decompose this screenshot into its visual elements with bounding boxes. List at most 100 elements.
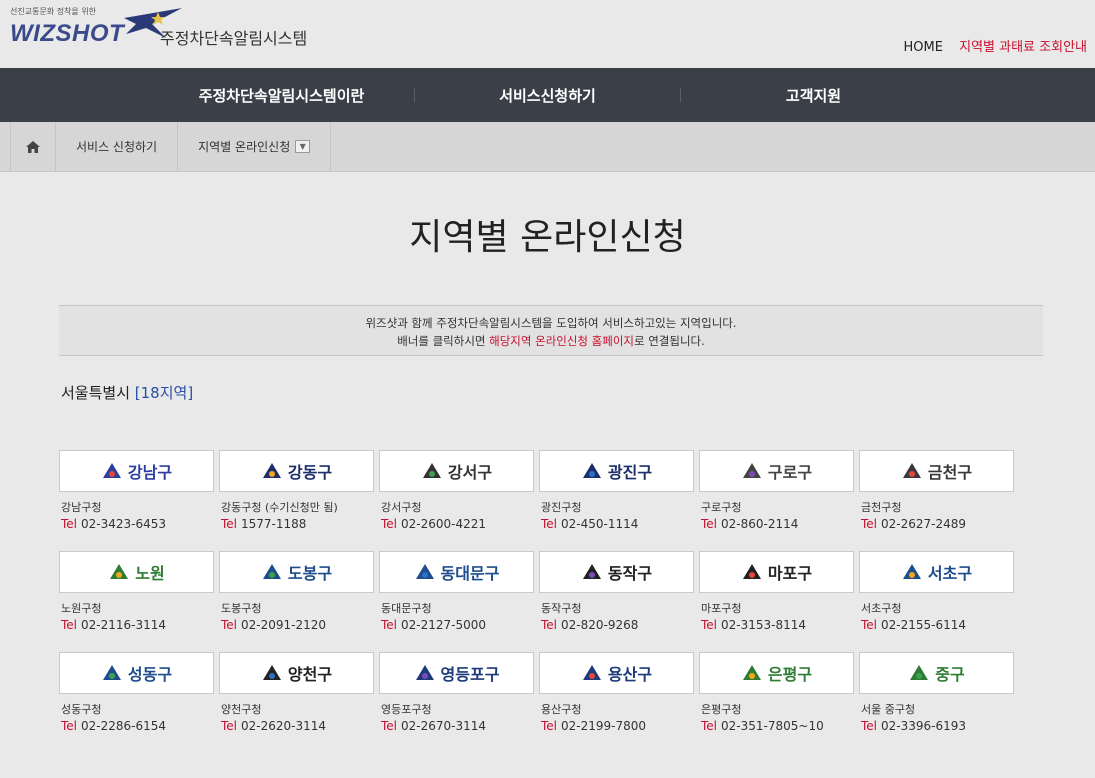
district-office: 영등포구청 (381, 703, 432, 716)
district-tel: Tel 02-351-7805~10 (701, 719, 859, 733)
district-banner-name: 영등포구 (440, 665, 500, 684)
district-card: 마포구마포구청 Tel 02-3153-8114 (699, 551, 859, 652)
district-banner-name: 금천구 (927, 463, 973, 482)
yeongdeungpo-emblem-icon-shape (415, 665, 434, 680)
breadcrumb-service-apply[interactable]: 서비스 신청하기 (56, 122, 179, 171)
district-banner[interactable]: 동작구 (539, 551, 694, 593)
main-nav: 주정차단속알림시스템이란 서비스신청하기 고객지원 (0, 68, 1095, 122)
district-row: 강남구 강남구청 Tel 02-3423-6453 강동구 강동구청 (수기신청만 됨) T… (59, 450, 1019, 551)
tel-label: Tel (861, 618, 878, 632)
junggu-emblem-icon-shape (910, 665, 929, 680)
district-card: 금천구 금천구청 Tel 02-2627-2489 (859, 450, 1019, 551)
district-tel: Tel 02-2116-3114 (61, 618, 219, 632)
district-office: 양천구청 (221, 703, 262, 716)
district-banner-name: 양천구 (287, 665, 333, 684)
tel-label: Tel (701, 618, 718, 632)
district-banner[interactable]: 서초구 (859, 551, 1014, 593)
yongsan-emblem-icon-shape (582, 665, 601, 680)
gangdong-emblem-icon-shape (262, 463, 281, 478)
tel-number: 02-450-1114 (561, 517, 639, 531)
breadcrumb-online-apply[interactable]: 지역별 온라인신청 ▼ (178, 122, 332, 171)
yongsan-emblem-icon (581, 662, 603, 684)
nav-item-about[interactable]: 주정차단속알림시스템이란 (149, 85, 414, 106)
district-office: 도봉구청 (221, 602, 262, 615)
district-banner[interactable]: 강서구 (379, 450, 534, 492)
district-banner[interactable]: 금천구 (859, 450, 1014, 492)
nowon-emblem-icon-shape (110, 564, 129, 579)
district-banner[interactable]: 강남구 (59, 450, 214, 492)
district-tel: Tel 02-2286-6154 (61, 719, 219, 733)
yangcheon-emblem-icon-shape (262, 665, 281, 680)
tel-number: 02-820-9268 (561, 618, 639, 632)
district-banner-name: 광진구 (607, 463, 653, 482)
dongdaemun-emblem-icon-shape (415, 564, 434, 579)
district-banner[interactable]: 양천구 (219, 652, 374, 694)
district-banner-name: 동작구 (607, 564, 653, 583)
tel-number: 02-2127-5000 (401, 618, 487, 632)
gangnam-emblem-icon-shape (102, 463, 121, 478)
district-banner[interactable]: 노원 (59, 551, 214, 593)
tel-label: Tel (381, 618, 398, 632)
district-card: 성동구성동구청 Tel 02-2286-6154 (59, 652, 219, 753)
district-office: 성동구청 (61, 703, 102, 716)
district-office: 동대문구청 (381, 602, 432, 615)
district-office: 금천구청 (861, 501, 902, 514)
district-banner[interactable]: 강동구 (219, 450, 374, 492)
tel-number: 02-2600-4221 (401, 517, 487, 531)
info-highlight: 해당지역 온라인신청 홈페이지 (489, 334, 634, 348)
district-card: 용산구 용산구청 Tel 02-2199-7800 (539, 652, 699, 753)
tel-number: 02-2116-3114 (81, 618, 167, 632)
tel-number: 02-351-7805~10 (721, 719, 824, 733)
district-banner-name: 강서구 (447, 463, 493, 482)
breadcrumb-home[interactable] (10, 122, 56, 171)
yeongdeungpo-emblem-icon (414, 662, 436, 684)
district-row: 성동구성동구청 Tel 02-2286-6154 양천구양천구청 Tel 02-2620-… (59, 652, 1019, 753)
junggu-emblem-icon (908, 662, 930, 684)
tel-label: Tel (861, 517, 878, 531)
district-banner[interactable]: 은평구 (699, 652, 854, 694)
tel-label: Tel (61, 719, 78, 733)
tel-number: 02-3153-8114 (721, 618, 807, 632)
tel-number: 02-3396-6193 (881, 719, 967, 733)
district-office: 용산구청 (541, 703, 582, 716)
district-banner-name: 강동구 (287, 463, 333, 482)
district-banner[interactable]: 구로구 (699, 450, 854, 492)
tel-label: Tel (381, 517, 398, 531)
district-office: 강동구청 (수기신청만 됨) (221, 501, 338, 514)
district-banner-name: 성동구 (127, 665, 173, 684)
tel-number: 02-2670-3114 (401, 719, 487, 733)
district-card: 강동구강동구청 (수기신청만 됨) Tel 1577-1188 (219, 450, 379, 551)
district-banner[interactable]: 동대문구 (379, 551, 534, 593)
district-tel: Tel 1577-1188 (221, 517, 379, 531)
nav-item-service-apply[interactable]: 서비스신청하기 (415, 85, 680, 106)
mapo-emblem-icon (741, 561, 763, 583)
fine-guide-link[interactable]: 지역별 과태료 조회안내 (959, 40, 1087, 55)
district-banner-name: 마포구 (767, 564, 813, 583)
dongdaemun-emblem-icon (414, 561, 436, 583)
district-office: 마포구청 (701, 602, 742, 615)
home-link[interactable]: HOME (904, 40, 943, 55)
district-banner[interactable]: 성동구 (59, 652, 214, 694)
info-line-2: 배너를 클릭하시면 해당지역 온라인신청 홈페이지로 연결됩니다. (59, 332, 1043, 350)
district-card: 구로구 구로구청 Tel 02-860-2114 (699, 450, 859, 551)
logo-tagline: 선진교통문화 정착을 위한 (10, 7, 97, 16)
district-banner[interactable]: 중구 (859, 652, 1014, 694)
seongdong-emblem-icon (101, 662, 123, 684)
nav-item-support[interactable]: 고객지원 (681, 85, 946, 106)
district-banner[interactable]: 용산구 (539, 652, 694, 694)
eunpyeong-emblem-icon (741, 662, 763, 684)
district-office: 강서구청 (381, 501, 422, 514)
district-banner[interactable]: 광진구 (539, 450, 694, 492)
district-banner[interactable]: 도봉구 (219, 551, 374, 593)
dongjak-emblem-icon (581, 561, 603, 583)
district-banner[interactable]: 마포구 (699, 551, 854, 593)
district-banner[interactable]: 영등포구 (379, 652, 534, 694)
district-banner-name: 노원 (135, 564, 165, 583)
seocho-emblem-icon-shape (902, 564, 921, 579)
district-tel: Tel 02-2620-3114 (221, 719, 379, 733)
chevron-down-icon[interactable]: ▼ (295, 140, 311, 153)
wizshot-logo[interactable]: 선진교통문화 정착을 위한 WIZSHOT 주정차단속알림시스템 (10, 6, 320, 56)
yangcheon-emblem-icon (261, 662, 283, 684)
gwangjin-emblem-icon-shape (582, 463, 601, 478)
top-header: 선진교통문화 정착을 위한 WIZSHOT 주정차단속알림시스템 HOME 지역… (0, 0, 1095, 68)
